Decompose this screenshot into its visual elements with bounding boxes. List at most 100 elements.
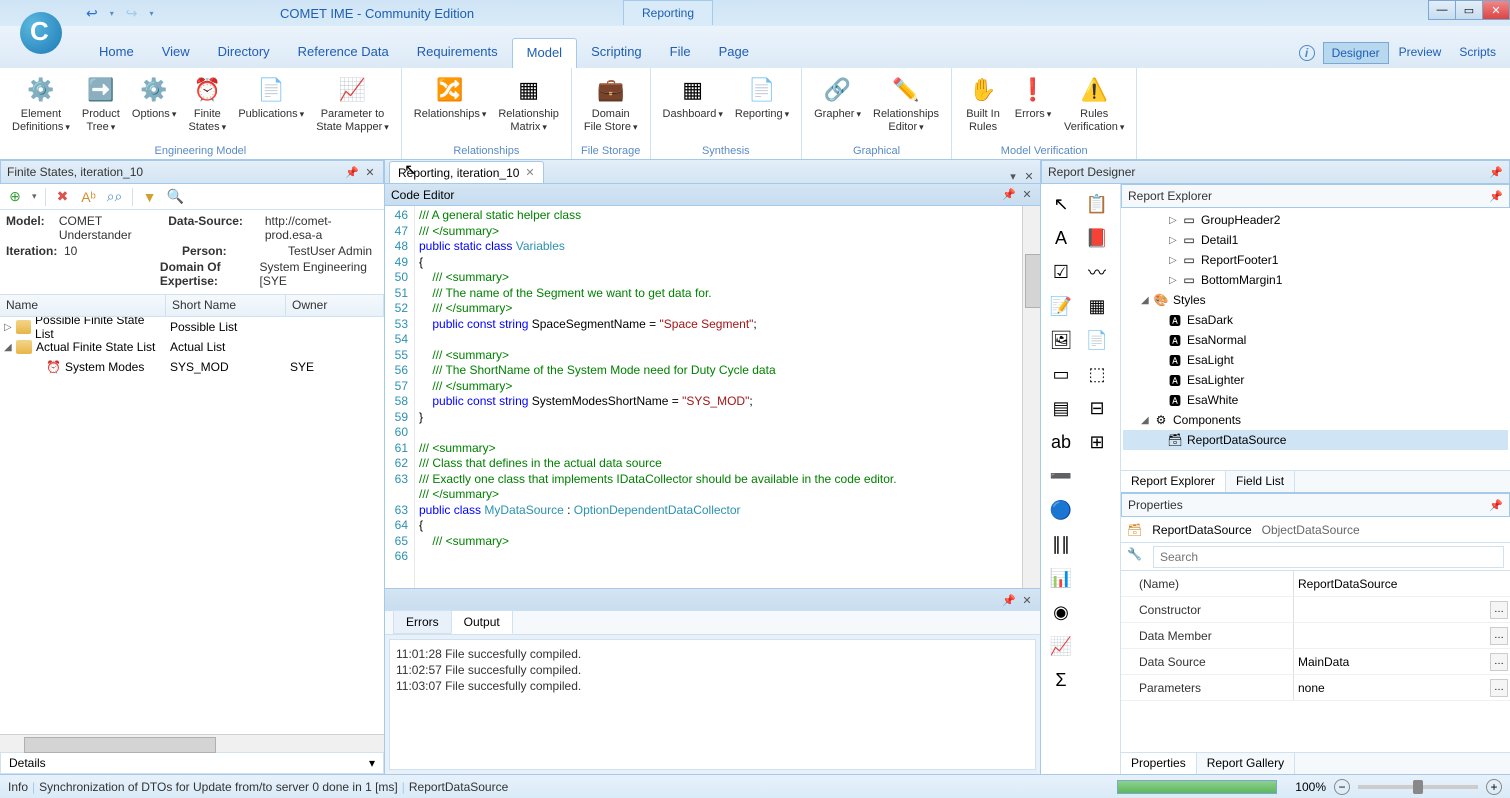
edit-icon[interactable]: Aᵇ: [80, 188, 98, 206]
explorer-tab[interactable]: Field List: [1226, 471, 1295, 492]
menu-requirements[interactable]: Requirements: [403, 38, 512, 68]
toolbox-item[interactable]: 〰: [1081, 256, 1113, 288]
explorer-item[interactable]: 🅰EsaWhite: [1123, 390, 1508, 410]
ribbon-element-definitions[interactable]: ⚙️ElementDefinitions: [6, 70, 76, 143]
ellipsis-button[interactable]: …: [1490, 601, 1508, 619]
col-owner[interactable]: Owner: [286, 295, 384, 316]
toolbox-item[interactable]: 📊: [1045, 562, 1077, 594]
chevron-down-icon[interactable]: ▾: [369, 756, 375, 770]
ribbon-domain-file-store[interactable]: 💼DomainFile Store: [578, 70, 644, 143]
ribbon-publications[interactable]: 📄Publications: [232, 70, 310, 143]
ribbon-options[interactable]: ⚙️Options: [126, 70, 182, 143]
pin-icon[interactable]: 📌: [1002, 188, 1016, 202]
toolbox-item[interactable]: 📄: [1081, 324, 1113, 356]
explorer-item[interactable]: ◢⚙Components: [1123, 410, 1508, 430]
close-icon[interactable]: ✕: [363, 165, 377, 179]
ribbon-dashboard[interactable]: ▦Dashboard: [657, 70, 729, 143]
code-content[interactable]: /// A general static helper class/// </s…: [415, 206, 1022, 588]
menu-model[interactable]: Model: [512, 38, 577, 68]
menu-file[interactable]: File: [656, 38, 705, 68]
toolbox-item[interactable]: 📋: [1081, 188, 1113, 220]
property-row[interactable]: Constructor…: [1121, 597, 1510, 623]
toolbox-item[interactable]: 📕: [1081, 222, 1113, 254]
ribbon-reporting[interactable]: 📄Reporting: [729, 70, 795, 143]
ribbon-relationships-editor[interactable]: ✏️RelationshipsEditor: [867, 70, 945, 143]
search-icon[interactable]: 🔍: [167, 188, 185, 206]
mode-designer[interactable]: Designer: [1323, 42, 1389, 64]
toolbox-item[interactable]: ab: [1045, 426, 1077, 458]
toolbox-item[interactable]: 🔵: [1045, 494, 1077, 526]
toolbox-item[interactable]: ➖: [1045, 460, 1077, 492]
window-minimize-button[interactable]: —: [1428, 0, 1456, 20]
ribbon-relationships[interactable]: 🔀Relationships: [408, 70, 493, 143]
menu-page[interactable]: Page: [705, 38, 763, 68]
ellipsis-button[interactable]: …: [1490, 679, 1508, 697]
toolbox-item[interactable]: ◉: [1045, 596, 1077, 628]
explorer-item[interactable]: 🅰EsaLight: [1123, 350, 1508, 370]
pin-icon[interactable]: 📌: [1489, 189, 1503, 203]
property-row[interactable]: (Name)ReportDataSource: [1121, 571, 1510, 597]
nav-back-dropdown[interactable]: ▾: [106, 9, 118, 18]
col-short[interactable]: Short Name: [166, 295, 286, 316]
properties-tab[interactable]: Properties: [1121, 753, 1197, 774]
col-name[interactable]: Name: [0, 295, 166, 316]
explorer-item[interactable]: ▷▭GroupHeader2: [1123, 210, 1508, 230]
delete-icon[interactable]: ✖: [54, 188, 72, 206]
context-tab-reporting[interactable]: Reporting: [623, 0, 713, 25]
vertical-scrollbar[interactable]: [1022, 206, 1040, 588]
ribbon-parameter-to-state-mapper[interactable]: 📈Parameter toState Mapper: [310, 70, 395, 143]
toolbox-item[interactable]: ⬚: [1081, 358, 1113, 390]
toolbox-item[interactable]: 📝: [1045, 290, 1077, 322]
menu-view[interactable]: View: [148, 38, 204, 68]
explorer-item[interactable]: ◢🎨Styles: [1123, 290, 1508, 310]
wrench-icon[interactable]: 🔧: [1127, 547, 1147, 567]
menu-reference-data[interactable]: Reference Data: [284, 38, 403, 68]
tree-row[interactable]: ◢Actual Finite State ListActual List: [0, 337, 384, 357]
ribbon-built-in-rules[interactable]: ✋Built InRules: [958, 70, 1008, 143]
ribbon-relationship-matrix[interactable]: ▦RelationshipMatrix: [492, 70, 565, 143]
toolbox-item[interactable]: ∥∥: [1045, 528, 1077, 560]
pin-icon[interactable]: 📌: [1002, 593, 1016, 607]
explorer-item[interactable]: ▷▭Detail1: [1123, 230, 1508, 250]
pin-icon[interactable]: 📌: [345, 165, 359, 179]
properties-tab[interactable]: Report Gallery: [1197, 753, 1295, 774]
ribbon-finite-states[interactable]: ⏰FiniteStates: [182, 70, 232, 143]
find-icon[interactable]: ⌕⌕: [106, 188, 124, 206]
ellipsis-button[interactable]: …: [1490, 627, 1508, 645]
window-close-button[interactable]: ✕: [1482, 0, 1510, 20]
explorer-item[interactable]: ▷▭ReportFooter1: [1123, 250, 1508, 270]
nav-forward-icon[interactable]: ↪: [122, 5, 142, 22]
explorer-item[interactable]: ▷▭BottomMargin1: [1123, 270, 1508, 290]
nav-back-icon[interactable]: ↩: [82, 5, 102, 22]
toolbox-item[interactable]: ⊟: [1081, 392, 1113, 424]
output-tab-errors[interactable]: Errors: [393, 610, 452, 634]
tab-close-icon[interactable]: ✕: [525, 166, 534, 179]
pin-icon[interactable]: 📌: [1489, 498, 1503, 512]
explorer-item[interactable]: 🅰EsaNormal: [1123, 330, 1508, 350]
ribbon-errors[interactable]: ❗Errors: [1008, 70, 1058, 143]
close-icon[interactable]: ✕: [1020, 188, 1034, 202]
window-restore-button[interactable]: ▭: [1455, 0, 1483, 20]
tab-close-all-icon[interactable]: ✕: [1022, 169, 1036, 183]
add-icon[interactable]: ⊕: [6, 188, 24, 206]
ribbon-product-tree[interactable]: ➡️ProductTree: [76, 70, 126, 143]
ellipsis-button[interactable]: …: [1490, 653, 1508, 671]
zoom-in-button[interactable]: +: [1486, 779, 1502, 795]
explorer-item[interactable]: 🅰EsaDark: [1123, 310, 1508, 330]
filter-icon[interactable]: ▼: [141, 188, 159, 206]
toolbox-item[interactable]: ▦: [1081, 290, 1113, 322]
property-row[interactable]: Parametersnone…: [1121, 675, 1510, 701]
search-input[interactable]: [1153, 546, 1504, 568]
ribbon-rules-verification[interactable]: ⚠️RulesVerification: [1058, 70, 1130, 143]
toolbox-item[interactable]: 📈: [1045, 630, 1077, 662]
mode-preview[interactable]: Preview: [1391, 42, 1450, 64]
explorer-tab[interactable]: Report Explorer: [1121, 471, 1226, 492]
app-logo[interactable]: [12, 4, 74, 66]
details-bar[interactable]: Details ▾: [0, 752, 384, 774]
toolbox-item[interactable]: ☑: [1045, 256, 1077, 288]
toolbox-item[interactable]: 🖼: [1045, 324, 1077, 356]
toolbox-item[interactable]: ⊞: [1081, 426, 1113, 458]
tree-row[interactable]: ⏰System ModesSYS_MODSYE: [0, 357, 384, 377]
mode-scripts[interactable]: Scripts: [1451, 42, 1504, 64]
toolbox-item[interactable]: ↖: [1045, 188, 1077, 220]
